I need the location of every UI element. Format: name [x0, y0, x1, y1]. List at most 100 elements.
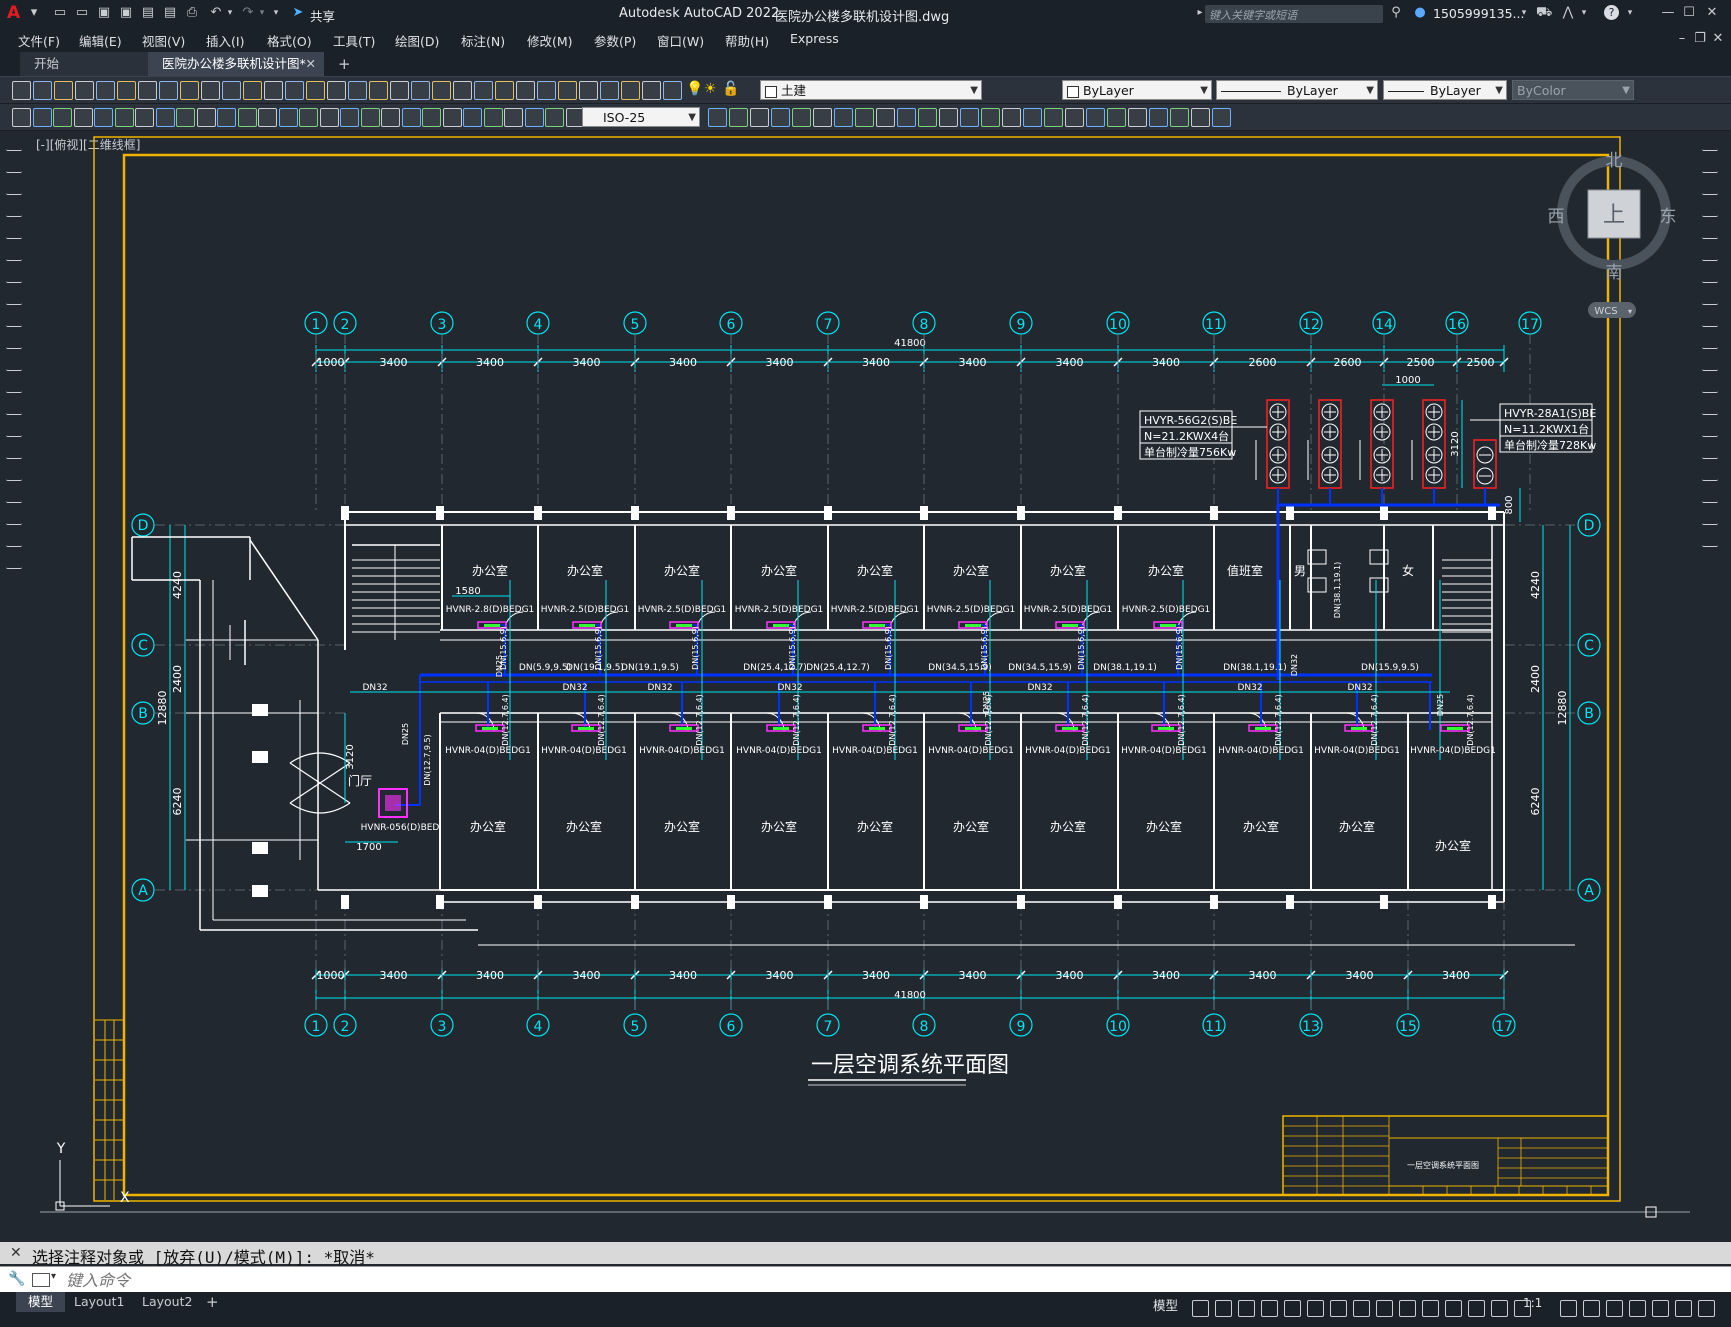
autodesk-dropdown-icon[interactable]: ▾: [1576, 5, 1592, 21]
standard-tool-icon[interactable]: [180, 81, 199, 100]
dimension-tool-icon[interactable]: [74, 108, 93, 127]
draw-tool-icon[interactable]: [6, 442, 22, 459]
viewcube-south[interactable]: 南: [1606, 263, 1623, 283]
open-web-icon[interactable]: ▤: [140, 5, 156, 21]
draw-tool-icon[interactable]: [6, 222, 22, 239]
modify-tool-icon[interactable]: [1702, 310, 1718, 327]
status-toggle-icon[interactable]: [1652, 1300, 1669, 1317]
modify-tool-icon[interactable]: [1702, 420, 1718, 437]
status-toggle-icon[interactable]: [1353, 1300, 1370, 1317]
standard-tool-icon[interactable]: [306, 81, 325, 100]
dimension-tool-icon[interactable]: [156, 108, 175, 127]
wcs-dropdown-icon[interactable]: ▾: [1628, 307, 1632, 316]
dimension-tool-icon[interactable]: [939, 108, 958, 127]
dimension-tool-icon[interactable]: [1212, 108, 1231, 127]
standard-tool-icon[interactable]: [453, 81, 472, 100]
command-customize-icon[interactable]: 🔧: [8, 1271, 25, 1287]
wcs-label[interactable]: WCS: [1594, 306, 1617, 317]
standard-tool-icon[interactable]: [411, 81, 430, 100]
standard-tool-icon[interactable]: [432, 81, 451, 100]
dimension-tool-icon[interactable]: [115, 108, 134, 127]
modify-tool-icon[interactable]: [1702, 332, 1718, 349]
dimension-tool-icon[interactable]: [897, 108, 916, 127]
draw-tool-icon[interactable]: [6, 178, 22, 195]
draw-tool-icon[interactable]: [6, 376, 22, 393]
menu-parametric[interactable]: 参数(P): [594, 31, 636, 50]
status-toggle-icon[interactable]: [1330, 1300, 1347, 1317]
status-toggle-icon[interactable]: [1215, 1300, 1232, 1317]
dimension-tool-icon[interactable]: [422, 108, 441, 127]
dimension-tool-icon[interactable]: [1149, 108, 1168, 127]
dimension-tool-icon[interactable]: [960, 108, 979, 127]
modify-tool-icon[interactable]: [1702, 508, 1718, 525]
modify-tool-icon[interactable]: [1702, 200, 1718, 217]
standard-tool-icon[interactable]: [201, 81, 220, 100]
standard-tool-icon[interactable]: [474, 81, 493, 100]
menu-dimension[interactable]: 标注(N): [461, 31, 505, 50]
color-dropdown[interactable]: ByLayer ▼: [1062, 80, 1212, 100]
draw-tool-icon[interactable]: [6, 134, 22, 151]
recent-commands-icon[interactable]: ▾: [51, 1271, 56, 1282]
save-web-icon[interactable]: ▤: [162, 5, 178, 21]
new-file-icon[interactable]: ▭: [52, 5, 68, 21]
close-icon[interactable]: ✕: [1704, 5, 1720, 21]
menu-express[interactable]: Express: [790, 31, 839, 46]
standard-tool-icon[interactable]: [264, 81, 283, 100]
draw-tool-icon[interactable]: [6, 266, 22, 283]
menu-tools[interactable]: 工具(T): [333, 31, 375, 50]
share-icon[interactable]: ➤: [290, 5, 306, 21]
modify-tool-icon[interactable]: [1702, 134, 1718, 151]
user-account-label[interactable]: 1505999135...: [1433, 6, 1524, 21]
layer-on-icon[interactable]: 💡: [686, 81, 703, 98]
standard-tool-icon[interactable]: [516, 81, 535, 100]
dimension-tool-icon[interactable]: [792, 108, 811, 127]
status-toggle-icon[interactable]: [1468, 1300, 1485, 1317]
status-toggle-icon[interactable]: [1284, 1300, 1301, 1317]
viewcube-west[interactable]: 西: [1548, 207, 1565, 227]
draw-tool-icon[interactable]: [6, 244, 22, 261]
tab-start[interactable]: 开始: [20, 52, 148, 76]
dimension-tool-icon[interactable]: [1191, 108, 1210, 127]
plot-icon[interactable]: ⎙: [184, 5, 200, 21]
standard-tool-icon[interactable]: [138, 81, 157, 100]
standard-tool-icon[interactable]: [54, 81, 73, 100]
undo-dropdown-icon[interactable]: ▾: [222, 5, 238, 21]
dimension-tool-icon[interactable]: [484, 108, 503, 127]
draw-tool-icon[interactable]: [6, 200, 22, 217]
help-dropdown-icon[interactable]: ▾: [1622, 5, 1638, 21]
layer-lock-icon[interactable]: 🔓: [722, 81, 739, 98]
viewcube-east[interactable]: 东: [1660, 207, 1677, 227]
draw-tool-icon[interactable]: [6, 310, 22, 327]
dimension-tool-icon[interactable]: [981, 108, 1000, 127]
draw-tool-icon[interactable]: [6, 354, 22, 371]
dimension-tool-icon[interactable]: [1065, 108, 1084, 127]
dimension-tool-icon[interactable]: [876, 108, 895, 127]
modify-tool-icon[interactable]: [1702, 266, 1718, 283]
plotstyle-dropdown[interactable]: ByColor ▼: [1512, 80, 1634, 100]
search-input[interactable]: 键入关键字或短语: [1205, 5, 1383, 23]
modify-tool-icon[interactable]: [1702, 222, 1718, 239]
dimension-tool-icon[interactable]: [771, 108, 790, 127]
modify-tool-icon[interactable]: [1702, 178, 1718, 195]
dimension-tool-icon[interactable]: [750, 108, 769, 127]
tab-layout2[interactable]: Layout2: [136, 1292, 198, 1312]
modify-tool-icon[interactable]: [1702, 530, 1718, 547]
menu-modify[interactable]: 修改(M): [527, 31, 573, 50]
draw-tool-icon[interactable]: [6, 530, 22, 547]
layer-freeze-icon[interactable]: ☀: [704, 81, 721, 98]
dimension-tool-icon[interactable]: [197, 108, 216, 127]
status-toggle-icon[interactable]: [1261, 1300, 1278, 1317]
dimension-tool-icon[interactable]: [217, 108, 236, 127]
viewcube-top[interactable]: 上: [1603, 203, 1625, 228]
dimension-tool-icon[interactable]: [361, 108, 380, 127]
modify-tool-icon[interactable]: [1702, 486, 1718, 503]
dimension-tool-icon[interactable]: [443, 108, 462, 127]
standard-tool-icon[interactable]: [243, 81, 262, 100]
standard-tool-icon[interactable]: [621, 81, 640, 100]
standard-tool-icon[interactable]: [348, 81, 367, 100]
status-toggle-icon[interactable]: [1491, 1300, 1508, 1317]
status-toggle-icon[interactable]: [1192, 1300, 1209, 1317]
dimension-tool-icon[interactable]: [1107, 108, 1126, 127]
dimension-tool-icon[interactable]: [33, 108, 52, 127]
standard-tool-icon[interactable]: [159, 81, 178, 100]
